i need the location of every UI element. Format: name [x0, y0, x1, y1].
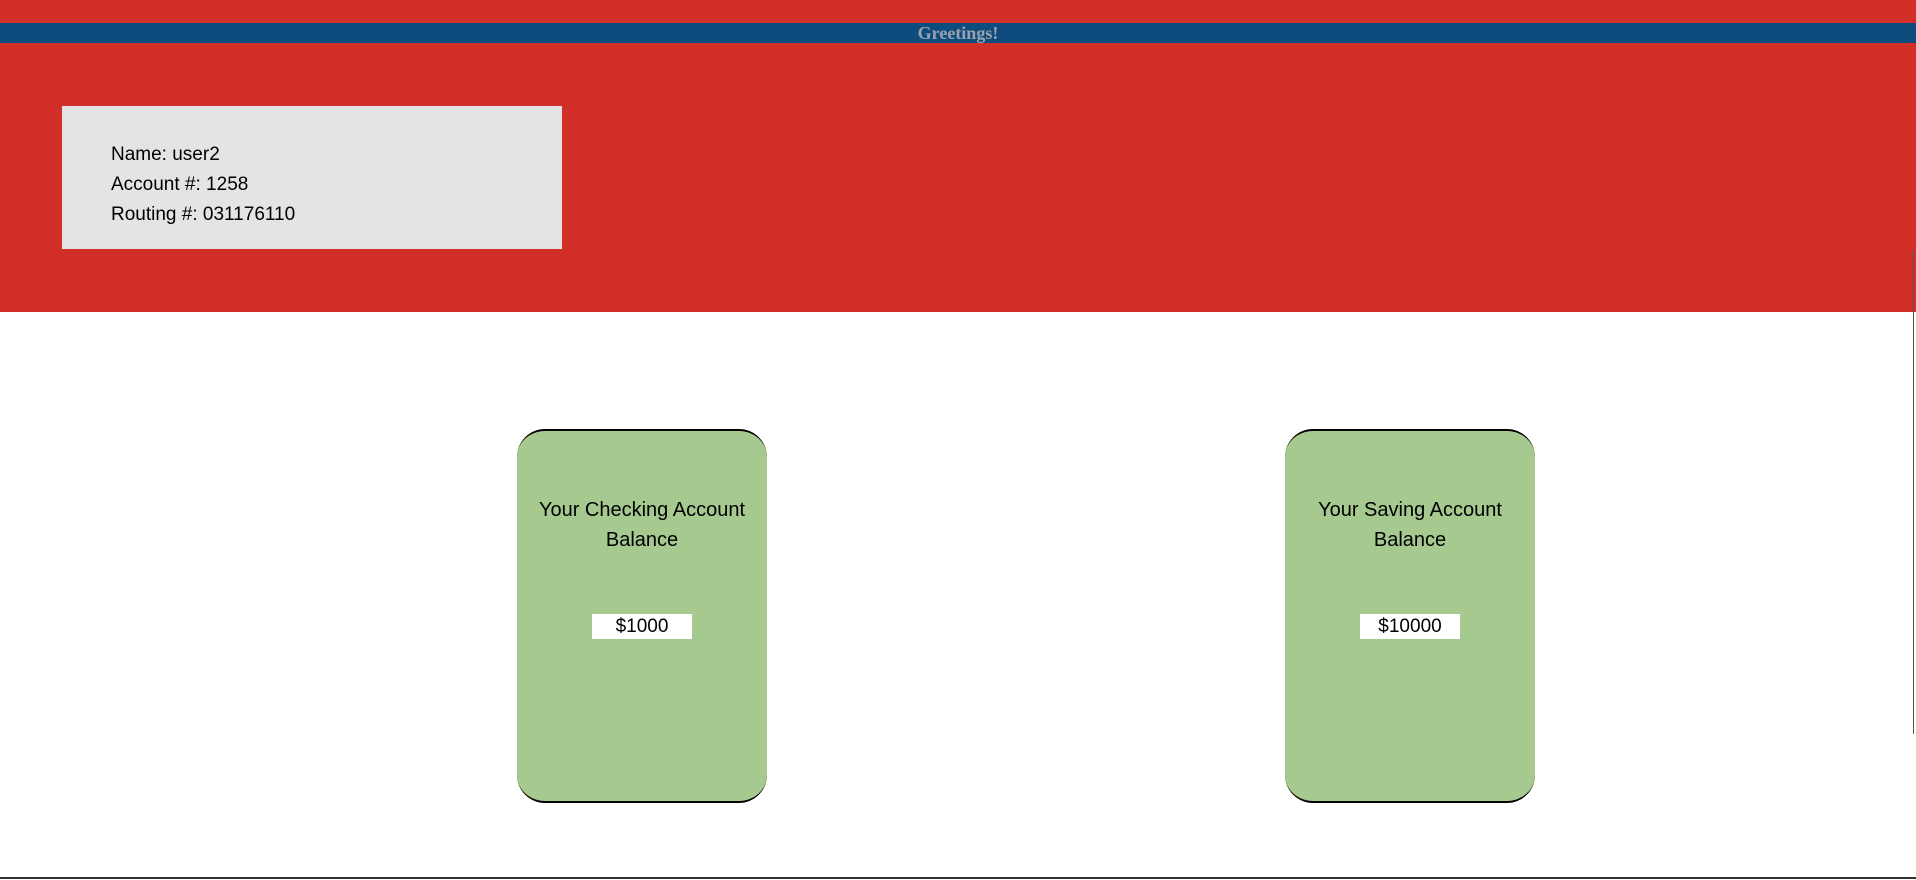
- checking-balance-card: Your Checking Account Balance $1000: [517, 429, 767, 803]
- checking-balance-value: $1000: [592, 614, 692, 639]
- checking-card-title: Your Checking Account Balance: [538, 499, 746, 551]
- account-info-panel: Name: user2 Account #: 1258 Routing #: 0…: [62, 106, 562, 249]
- greeting-text: Greetings!: [917, 23, 999, 43]
- bottom-divider: [0, 877, 1916, 879]
- saving-card-title: Your Saving Account Balance: [1318, 499, 1502, 551]
- scrollbar-track[interactable]: [1913, 250, 1914, 734]
- saving-balance-value: $10000: [1360, 614, 1460, 639]
- account-name: Name: user2: [111, 144, 220, 165]
- routing-number: Routing #: 031176110: [111, 204, 296, 225]
- account-number: Account #: 1258: [111, 174, 249, 195]
- saving-balance-card: Your Saving Account Balance $10000: [1285, 429, 1535, 803]
- greeting-bar: Greetings!: [0, 23, 1916, 43]
